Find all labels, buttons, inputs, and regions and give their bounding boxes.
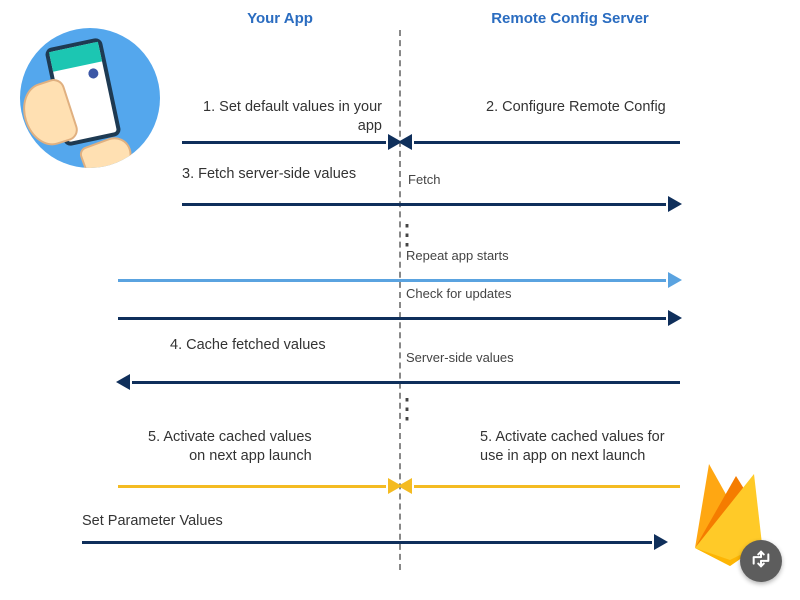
arrow-check-label: Check for updates	[406, 286, 512, 301]
path-arrows-icon	[750, 548, 772, 575]
arrow-server-values-label: Server-side values	[406, 350, 514, 365]
arrow-set-param	[82, 530, 666, 554]
arrow-step5-right	[400, 474, 680, 498]
arrow-fetch	[182, 192, 680, 216]
arrow-check-updates	[118, 306, 680, 330]
step-5a-label: 5. Activate cached values on next app la…	[148, 428, 312, 466]
ellipsis-icon: ⋮	[393, 218, 424, 251]
arrow-repeat-label: Repeat app starts	[406, 248, 509, 263]
step-2-label: 2. Configure Remote Config	[486, 98, 666, 117]
arrow-server-values	[118, 370, 680, 394]
ellipsis-icon-2: ⋮	[393, 392, 424, 425]
step-4-label: 4. Cache fetched values	[170, 336, 326, 355]
arrow-step2	[400, 130, 680, 154]
set-param-label: Set Parameter Values	[82, 512, 223, 531]
arrow-step1	[182, 130, 400, 154]
right-column-title: Remote Config Server	[470, 10, 670, 27]
arrow-step5-left	[118, 474, 400, 498]
fab-paths-button[interactable]	[740, 540, 782, 582]
left-column-title: Your App	[180, 10, 380, 27]
remote-config-flow-diagram: Your App Remote Config Server 1. Set def…	[0, 0, 800, 600]
phone-in-hand-icon	[20, 28, 160, 168]
arrow-repeat-app-starts	[118, 268, 680, 292]
step-5b-label: 5. Activate cached values for use in app…	[480, 428, 665, 466]
arrow-fetch-label: Fetch	[408, 172, 441, 187]
step-3-label: 3. Fetch server-side values	[182, 165, 356, 184]
